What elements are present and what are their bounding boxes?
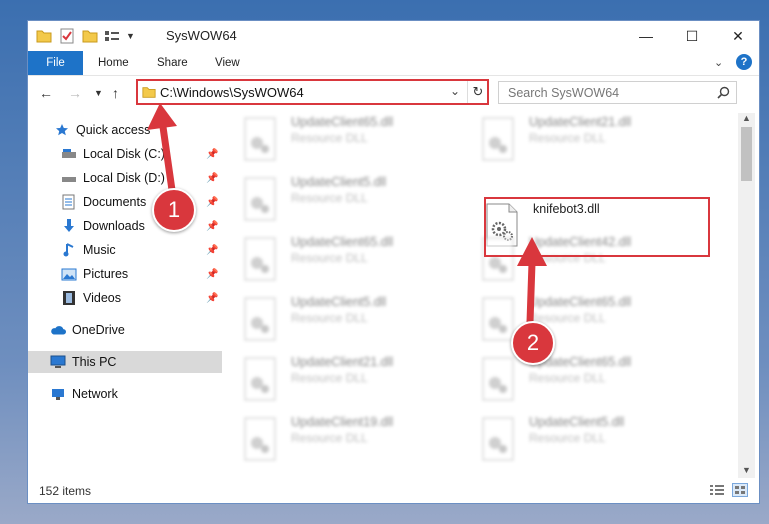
- arrow-2: [517, 237, 547, 326]
- step-1-badge: 1: [152, 188, 196, 232]
- arrow-1: [147, 103, 177, 194]
- annotation-overlay: [147, 103, 547, 326]
- step-2-badge: 2: [511, 321, 555, 365]
